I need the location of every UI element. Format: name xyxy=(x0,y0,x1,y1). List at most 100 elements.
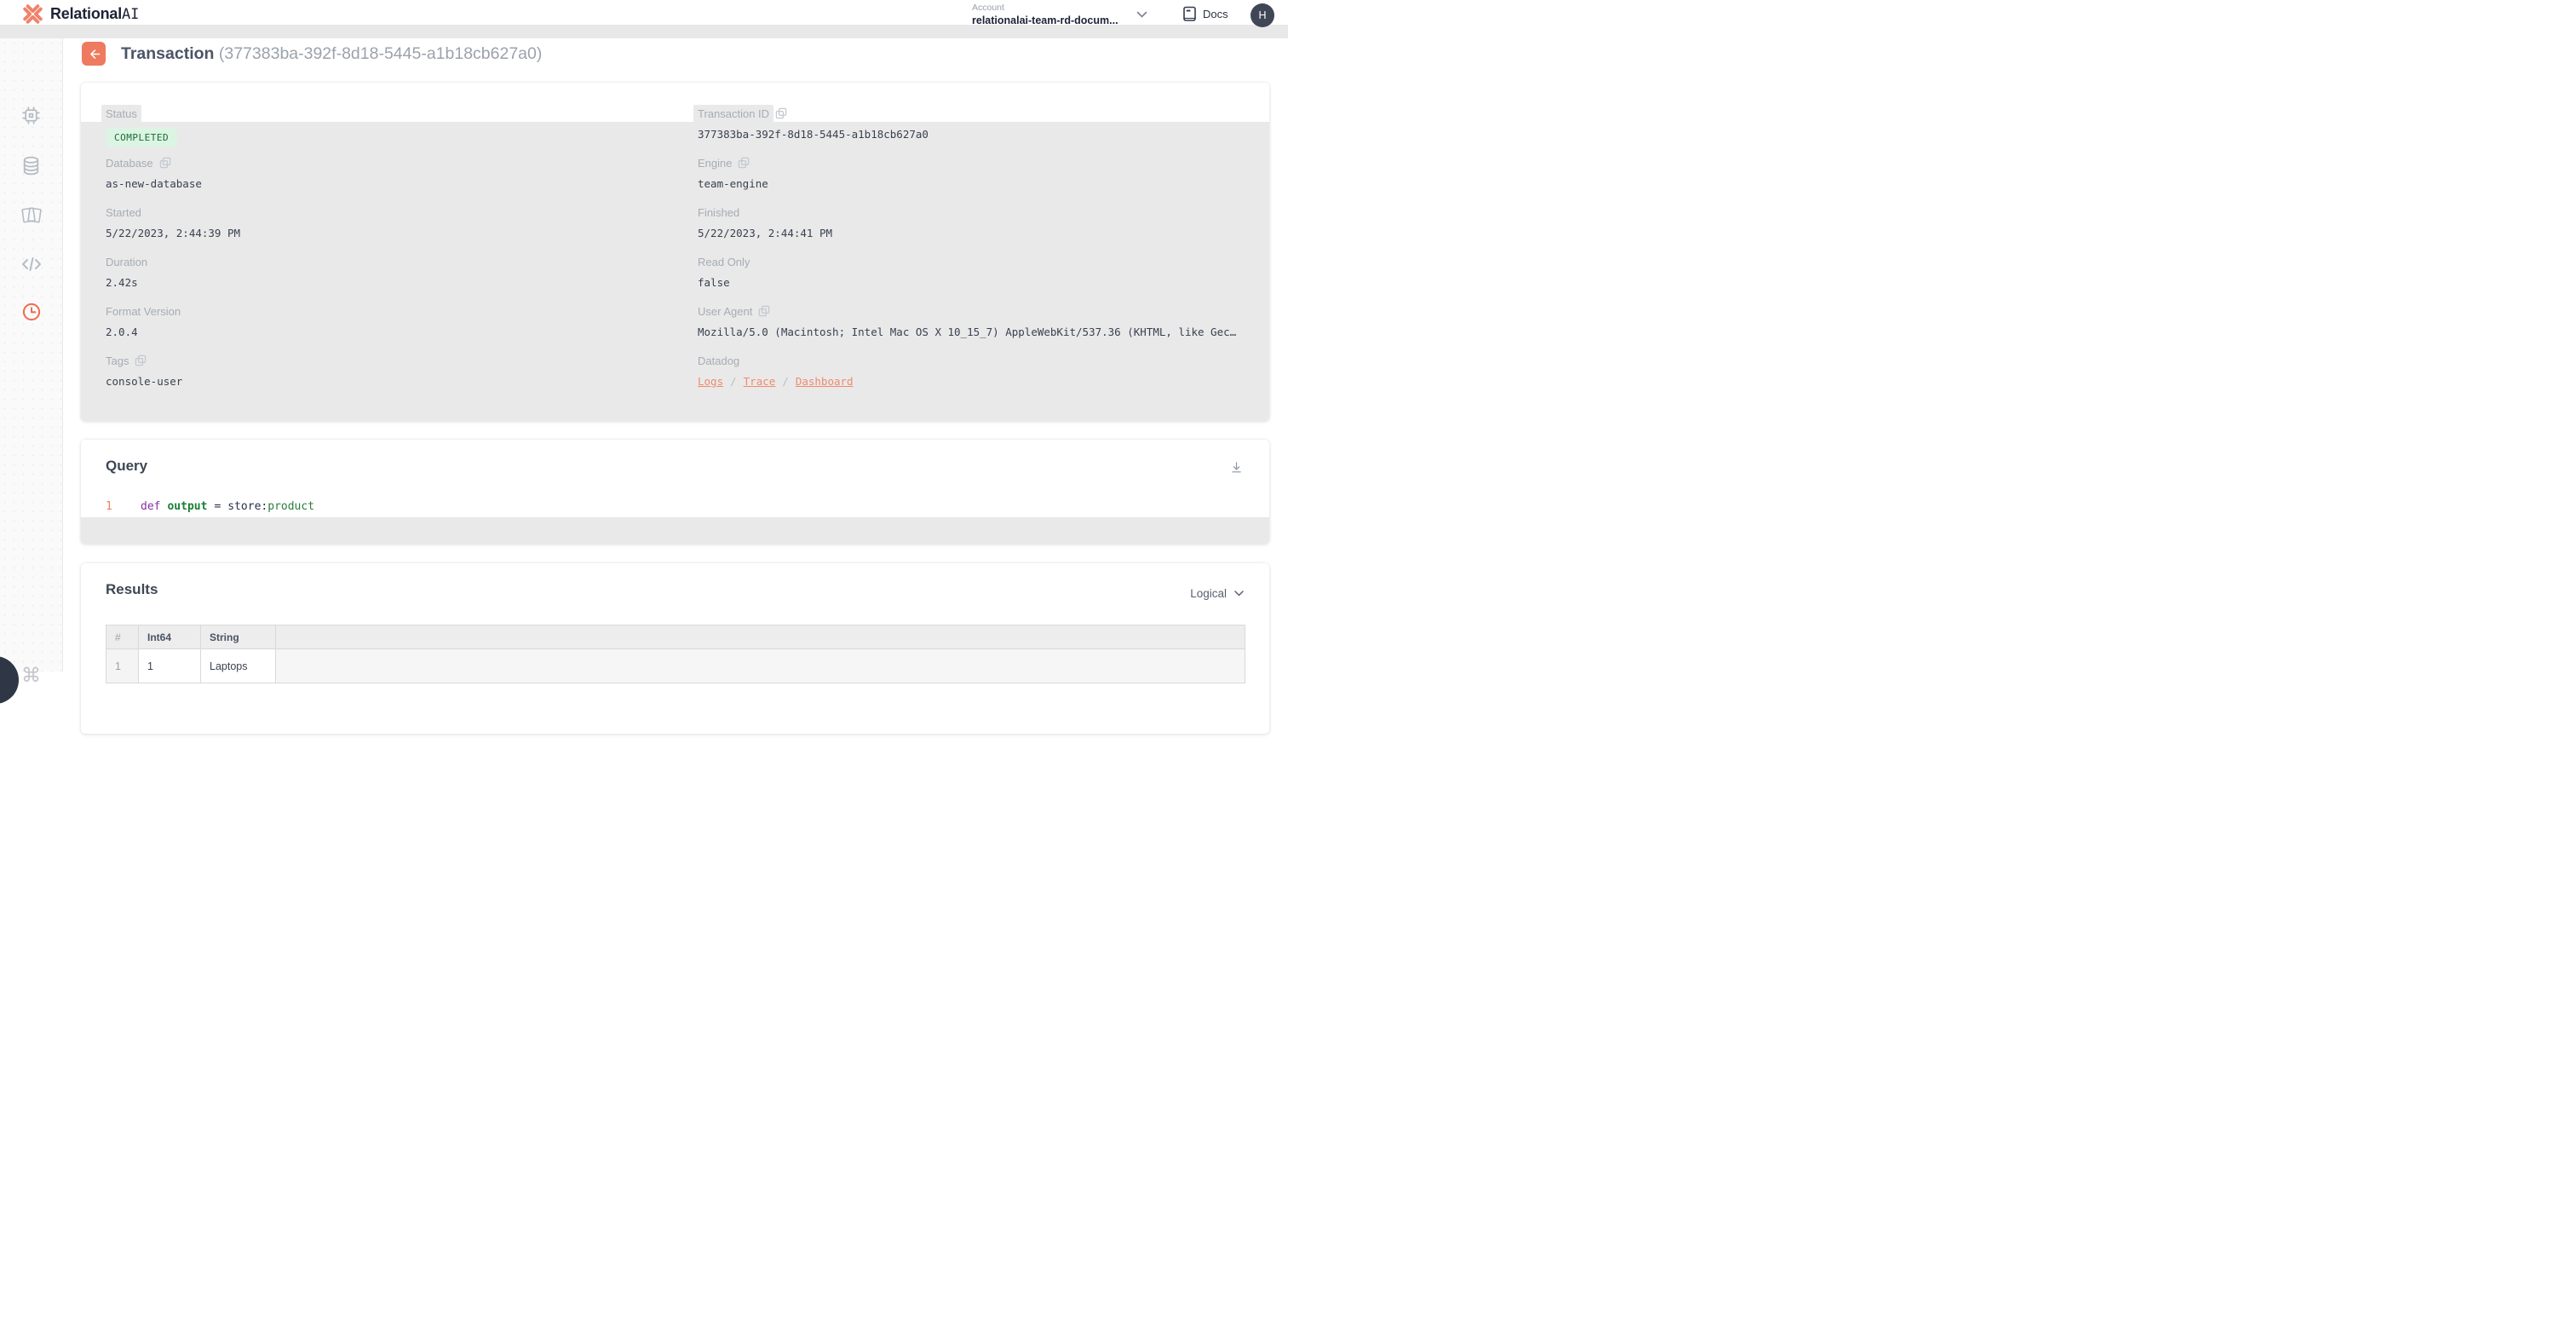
view-mode-value: Logical xyxy=(1190,587,1227,600)
finished-value: 5/22/2023, 2:44:41 PM xyxy=(698,227,833,239)
account-switcher[interactable]: Account relationalai-team-rd-docum... xyxy=(972,3,1118,26)
brand-name-bold: Relational xyxy=(50,5,123,22)
query-editor-background xyxy=(81,517,1269,544)
transaction-details-card: Status COMPLETED Transaction ID 377383ba… xyxy=(81,83,1269,421)
user-agent-value: Mozilla/5.0 (Macintosh; Intel Mac OS X 1… xyxy=(698,326,1237,338)
page-title-text: Transaction xyxy=(121,44,215,63)
account-name: relationalai-team-rd-docum... xyxy=(972,14,1118,26)
copy-icon[interactable] xyxy=(135,354,147,366)
sidebar-item-worksheets[interactable] xyxy=(20,204,43,226)
copy-icon[interactable] xyxy=(159,157,171,169)
code-relation: store xyxy=(227,500,262,513)
query-code-line[interactable]: 1 def output = store:product xyxy=(106,500,314,513)
read-only-value: false xyxy=(698,276,730,289)
field-status: Status COMPLETED xyxy=(101,104,698,156)
code-output-name: output xyxy=(167,500,208,513)
database-label: Database xyxy=(106,156,153,170)
results-card: Results Logical # Int64 String 1 1 Lapto… xyxy=(81,563,1269,734)
field-transaction-id: Transaction ID 377383ba-392f-8d18-5445-a… xyxy=(693,104,1245,156)
avatar-initial: H xyxy=(1258,9,1267,21)
row-string-cell: Laptops xyxy=(200,648,276,683)
details-fields-grid: Status COMPLETED Transaction ID 377383ba… xyxy=(101,104,1245,403)
worksheets-icon xyxy=(20,206,42,222)
code-icon xyxy=(21,257,41,271)
keyboard-shortcuts-button[interactable]: ⌘ xyxy=(20,664,43,686)
field-finished: Finished 5/22/2023, 2:44:41 PM xyxy=(698,205,1245,255)
tags-label: Tags xyxy=(106,354,129,367)
datadog-label: Datadog xyxy=(698,354,740,367)
engine-label: Engine xyxy=(698,156,733,170)
format-version-value: 2.0.4 xyxy=(106,326,138,338)
link-separator: / xyxy=(730,375,737,388)
row-filler-cell xyxy=(275,648,1245,683)
copy-icon[interactable] xyxy=(738,157,750,169)
sidebar-item-transactions[interactable] xyxy=(20,301,43,323)
user-avatar[interactable]: H xyxy=(1251,3,1274,27)
field-duration: Duration 2.42s xyxy=(106,255,698,304)
datadog-links: Logs / Trace / Dashboard xyxy=(698,375,1245,388)
duration-label: Duration xyxy=(106,255,148,268)
started-value: 5/22/2023, 2:44:39 PM xyxy=(106,227,241,239)
relationalai-x-icon xyxy=(23,4,43,24)
database-value: as-new-database xyxy=(106,177,202,190)
download-icon xyxy=(1232,462,1241,473)
link-separator: / xyxy=(782,375,789,388)
tags-value: console-user xyxy=(106,375,183,388)
results-header-row: # Int64 String xyxy=(106,625,1245,649)
copy-icon[interactable] xyxy=(758,305,770,317)
table-row[interactable]: 1 1 Laptops xyxy=(106,648,1245,683)
main-content: Transaction (377383ba-392f-8d18-5445-a1b… xyxy=(64,38,1288,734)
user-agent-label: User Agent xyxy=(698,304,753,318)
page-title-transaction-id: (377383ba-392f-8d18-5445-a1b18cb627a0) xyxy=(218,44,543,63)
row-index-cell: 1 xyxy=(106,648,139,683)
row-int64-cell: 1 xyxy=(138,648,201,683)
copy-icon[interactable] xyxy=(775,107,787,119)
code-keyword: def xyxy=(141,500,161,513)
read-only-label: Read Only xyxy=(698,255,750,268)
sidebar-item-editor[interactable] xyxy=(20,253,43,275)
results-view-selector[interactable]: Logical xyxy=(1190,587,1244,600)
datadog-trace-link[interactable]: Trace xyxy=(744,375,776,388)
docs-link[interactable]: Docs xyxy=(1182,6,1228,22)
chevron-down-icon[interactable] xyxy=(1136,11,1147,18)
header-cell-int64: Int64 xyxy=(138,625,201,649)
started-label: Started xyxy=(106,205,141,219)
code-member: product xyxy=(267,500,315,513)
duration-value: 2.42s xyxy=(106,276,138,289)
field-format-version: Format Version 2.0.4 xyxy=(106,304,698,354)
header-cell-filler xyxy=(275,625,1245,649)
code-operator: = xyxy=(214,500,221,513)
query-card: Query 1 def output = store:product xyxy=(81,440,1269,544)
finished-label: Finished xyxy=(698,205,740,219)
header-divider-band xyxy=(0,25,1288,38)
brand-name: RelationalAI xyxy=(50,5,139,23)
header-cell-index: # xyxy=(106,625,139,649)
header-cell-string: String xyxy=(200,625,276,649)
download-query-button[interactable] xyxy=(1229,460,1244,475)
field-started: Started 5/22/2023, 2:44:39 PM xyxy=(106,205,698,255)
datadog-logs-link[interactable]: Logs xyxy=(698,375,723,388)
transaction-id-value: 377383ba-392f-8d18-5445-a1b18cb627a0 xyxy=(698,128,929,141)
engine-value: team-engine xyxy=(698,177,768,190)
page-title: Transaction (377383ba-392f-8d18-5445-a1b… xyxy=(121,44,542,64)
brand-name-light: AI xyxy=(122,6,140,23)
command-icon: ⌘ xyxy=(21,663,41,686)
results-title: Results xyxy=(106,581,158,597)
datadog-dashboard-link[interactable]: Dashboard xyxy=(796,375,854,388)
sidebar-item-databases[interactable] xyxy=(20,154,43,176)
field-database: Database as-new-database xyxy=(106,156,698,205)
sidebar-item-engines[interactable] xyxy=(20,104,43,126)
back-button[interactable] xyxy=(82,42,106,66)
cpu-icon xyxy=(22,106,40,124)
clock-icon xyxy=(22,303,40,321)
results-table: # Int64 String 1 1 Laptops xyxy=(106,625,1245,683)
field-datadog: Datadog Logs / Trace / Dashboard xyxy=(698,354,1245,403)
sidebar: ⌘ xyxy=(0,38,63,684)
status-label: Status xyxy=(101,104,141,123)
transaction-id-label: Transaction ID xyxy=(693,104,774,123)
field-read-only: Read Only false xyxy=(698,255,1245,304)
database-icon xyxy=(23,156,39,175)
field-engine: Engine team-engine xyxy=(698,156,1245,205)
relationalai-logo[interactable]: RelationalAI xyxy=(21,3,139,26)
book-icon xyxy=(1183,6,1196,21)
